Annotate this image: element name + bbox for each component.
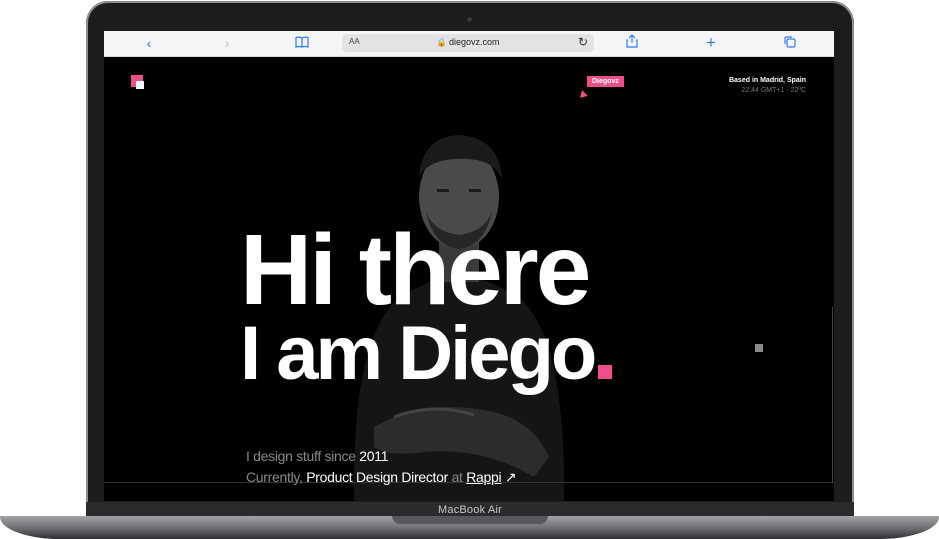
at-text: at <box>451 469 463 485</box>
divider-vertical <box>832 307 833 483</box>
intro-prefix: I design stuff since <box>246 448 356 464</box>
accent-dot <box>598 365 613 379</box>
device-model-label: MacBook Air <box>438 504 502 516</box>
back-icon[interactable]: ‹ <box>142 34 156 52</box>
external-link-icon[interactable]: ↗ <box>505 469 517 485</box>
intro-line-2: Currently, Product Design Director at Ra… <box>246 467 517 488</box>
currently-prefix: Currently, <box>246 469 303 485</box>
tabs-icon[interactable] <box>782 34 798 52</box>
company-link[interactable]: Rappi <box>466 469 501 485</box>
site-logo[interactable] <box>128 72 152 96</box>
screen: ‹ › AA 🔒 diegovz.com ↻ + Diegovz Based i… <box>104 31 834 501</box>
hero-headline: Hi there I am Diego <box>240 214 613 393</box>
url-display: 🔒 diegovz.com <box>342 37 594 47</box>
lock-icon: 🔒 <box>436 38 447 47</box>
time-weather-text: 22:44 GMT+1 · 22ºC <box>741 87 806 94</box>
headline-line-1: Hi there <box>240 214 591 326</box>
headline-line-2-text: I am Diego <box>240 311 597 396</box>
location-info: Based in Madrid, Spain 22:44 GMT+1 · 22º… <box>729 76 806 96</box>
webpage: Diegovz Based in Madrid, Spain 22:44 GMT… <box>104 57 834 501</box>
role-text: Product Design Director <box>306 469 448 485</box>
intro-text: I design stuff since 2011 Currently, Pro… <box>246 446 517 488</box>
laptop-notch <box>392 516 548 524</box>
reload-icon[interactable]: ↻ <box>578 35 588 49</box>
url-bar[interactable]: AA 🔒 diegovz.com ↻ <box>342 34 594 52</box>
location-text: Based in Madrid, Spain <box>728 77 806 84</box>
forward-icon[interactable]: › <box>220 34 234 52</box>
new-tab-icon[interactable]: + <box>704 34 718 52</box>
intro-year: 2011 <box>359 448 389 464</box>
decor-square <box>755 344 763 352</box>
name-badge: Diegovz <box>587 76 624 87</box>
share-icon[interactable] <box>624 34 640 52</box>
camera <box>467 17 472 22</box>
intro-line-1: I design stuff since 2011 <box>246 446 516 467</box>
url-text: diegovz.com <box>448 37 500 47</box>
bookmarks-icon[interactable] <box>294 34 310 52</box>
browser-toolbar: ‹ › AA 🔒 diegovz.com ↻ + <box>104 31 834 57</box>
headline-line-2: I am Diego <box>240 315 613 393</box>
